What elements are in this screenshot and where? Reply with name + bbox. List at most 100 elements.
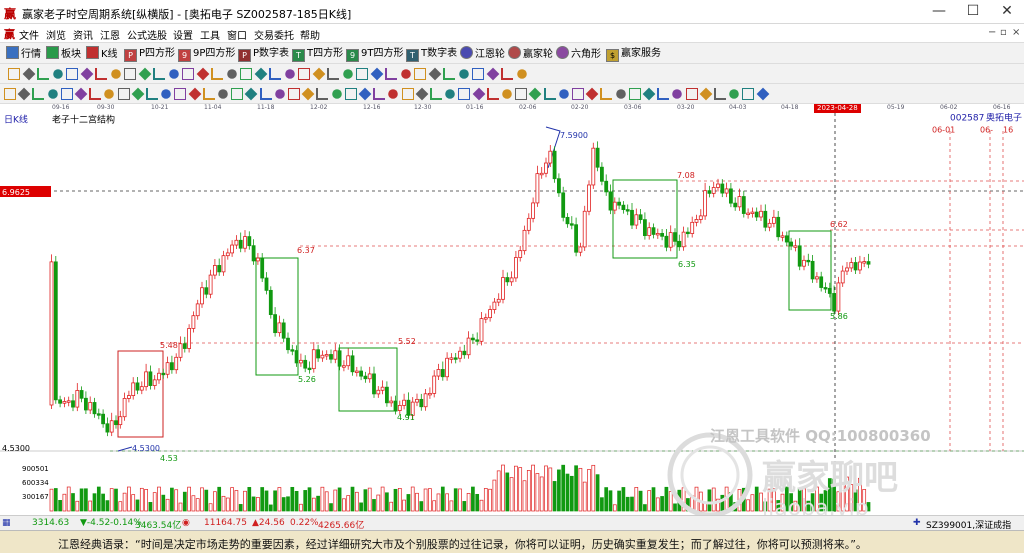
draw-tool-icon[interactable] [430,88,442,100]
menu-info[interactable]: 资讯 [73,27,93,42]
draw-tool-icon[interactable] [428,67,441,81]
minimize-button[interactable]: — [922,0,956,24]
draw-tool-icon[interactable] [269,68,281,80]
draw-tool-icon[interactable] [729,89,739,99]
draw-tool-icon[interactable] [161,89,171,99]
draw-tool-icon[interactable] [415,87,429,101]
draw-tool-icon[interactable] [600,88,613,100]
draw-tool-icon[interactable] [52,69,63,79]
draw-tool-icon[interactable] [60,88,73,100]
draw-tool-icon[interactable] [138,67,151,81]
draw-tool-icon[interactable] [196,67,209,81]
draw-tool-icon[interactable] [168,69,179,79]
draw-tool-icon[interactable] [37,68,49,80]
maximize-button[interactable]: ☐ [956,0,990,24]
draw-tool-icon[interactable] [80,67,93,81]
menu-tools[interactable]: 工具 [200,27,220,42]
draw-tool-icon[interactable] [298,68,310,80]
tb-9p-square-button[interactable]: 9 9P四方形 [178,46,235,62]
draw-tool-icon[interactable] [445,89,455,99]
draw-tool-icon[interactable] [628,88,641,100]
draw-tool-icon[interactable] [615,89,626,99]
draw-tool-icon[interactable] [501,68,513,80]
draw-tool-icon[interactable] [400,69,411,79]
draw-tool-icon[interactable] [742,88,755,100]
draw-tool-icon[interactable] [47,89,58,99]
draw-tool-icon[interactable] [373,88,386,100]
mdi-close-button[interactable]: × [1012,27,1020,38]
tb-gann-wheel-button[interactable]: 江恩轮 [460,46,505,62]
draw-tool-icon[interactable] [146,88,158,100]
draw-tool-icon[interactable] [284,69,295,79]
draw-tool-icon[interactable] [188,87,201,101]
draw-tool-icon[interactable] [124,68,136,80]
close-button[interactable]: ✕ [990,0,1024,24]
draw-tool-icon[interactable] [174,88,187,100]
draw-tool-icon[interactable] [486,88,499,100]
draw-tool-icon[interactable] [153,68,165,80]
tb-t-table-button[interactable]: T T数字表 [406,46,457,62]
draw-tool-icon[interactable] [358,87,372,101]
draw-tool-icon[interactable] [218,89,228,99]
draw-tool-icon[interactable] [529,87,542,101]
draw-tool-icon[interactable] [486,67,499,81]
draw-tool-icon[interactable] [672,89,683,99]
menu-settings[interactable]: 设置 [173,27,193,42]
draw-tool-icon[interactable] [66,68,78,80]
draw-tool-icon[interactable] [117,88,130,100]
mdi-minimize-button[interactable]: − [988,27,996,38]
draw-tool-icon[interactable] [202,88,215,100]
draw-tool-icon[interactable] [458,88,471,100]
draw-tool-icon[interactable] [714,88,726,100]
draw-tool-icon[interactable] [22,67,35,81]
menu-file[interactable]: 文件 [19,27,39,42]
draw-tool-icon[interactable] [685,88,698,100]
menu-trade[interactable]: 交易委托 [254,27,294,42]
tb-hexagon-button[interactable]: 六角形 [556,46,601,62]
draw-tool-icon[interactable] [543,88,556,100]
tb-9t-square-button[interactable]: 9 9T四方形 [346,46,403,62]
draw-tool-icon[interactable] [4,88,16,100]
draw-tool-icon[interactable] [516,69,527,79]
draw-tool-icon[interactable] [657,88,670,100]
draw-tool-icon[interactable] [585,87,599,101]
tb-winner-wheel-button[interactable]: 赢家轮 [508,46,553,62]
tb-blocks-button[interactable]: 板块 [46,46,81,62]
draw-tool-icon[interactable] [110,69,121,79]
draw-tool-icon[interactable] [254,67,267,81]
draw-tool-icon[interactable] [502,89,512,99]
sz-index-icon[interactable]: ◉ [182,518,190,528]
draw-tool-icon[interactable] [104,89,115,99]
draw-tool-icon[interactable] [211,68,223,80]
draw-tool-icon[interactable] [414,68,426,80]
draw-tool-icon[interactable] [572,88,584,100]
draw-tool-icon[interactable] [288,88,300,100]
draw-tool-icon[interactable] [515,88,528,100]
sh-index-icon[interactable]: ▦ [2,518,11,528]
draw-tool-icon[interactable] [8,68,20,80]
draw-tool-icon[interactable] [388,89,399,99]
draw-tool-icon[interactable] [245,87,258,101]
draw-tool-icon[interactable] [312,67,325,81]
draw-tool-icon[interactable] [301,87,315,101]
draw-tool-icon[interactable] [74,87,88,101]
draw-tool-icon[interactable] [274,89,285,99]
draw-tool-icon[interactable] [182,68,194,80]
draw-tool-icon[interactable] [259,88,272,100]
draw-tool-icon[interactable] [95,68,107,80]
draw-tool-icon[interactable] [344,88,357,100]
menu-window[interactable]: 窗口 [227,27,247,42]
draw-tool-icon[interactable] [385,68,397,80]
kline-chart[interactable]: 赢家聊吧 liaoba.vip 江恩工具软件 QQ:100800360 日K线 … [0,112,1024,521]
draw-tool-icon[interactable] [472,68,484,80]
draw-tool-icon[interactable] [342,69,353,79]
tb-service-button[interactable]: $ 赢家服务 [606,46,661,62]
draw-tool-icon[interactable] [17,87,31,101]
tb-t-square-button[interactable]: T T四方形 [292,46,343,62]
draw-tool-icon[interactable] [443,68,455,80]
draw-tool-icon[interactable] [316,88,329,100]
draw-tool-icon[interactable] [558,89,569,99]
menu-gann[interactable]: 江恩 [100,27,120,42]
draw-tool-icon[interactable] [370,67,383,81]
draw-tool-icon[interactable] [642,87,656,101]
